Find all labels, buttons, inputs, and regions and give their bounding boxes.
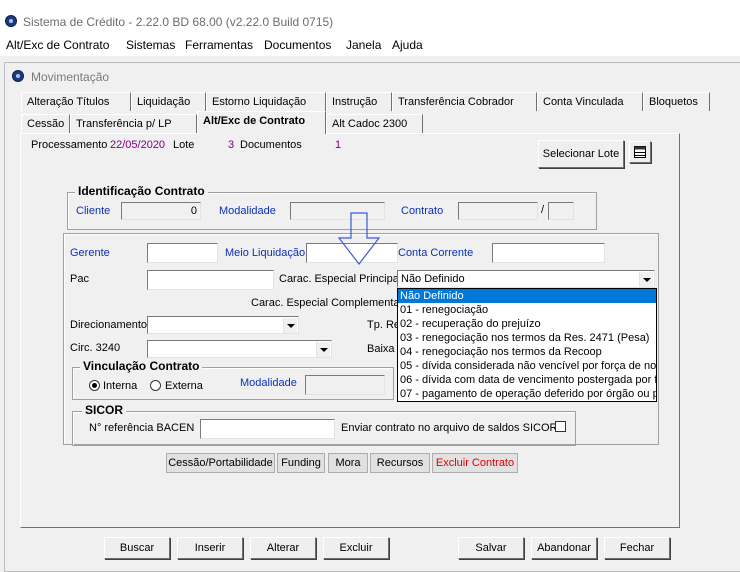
- menu-ferramentas[interactable]: Ferramentas: [185, 38, 253, 52]
- tab-instrucao[interactable]: Instrução: [326, 92, 392, 111]
- carac-principal-select[interactable]: Não Definido: [397, 270, 655, 288]
- carac-principal-dropdown: Não Definido 01 - renegociação 02 - recu…: [397, 288, 657, 402]
- menu-sistemas[interactable]: Sistemas: [126, 38, 175, 52]
- dropdown-option[interactable]: 01 - renegociação: [398, 303, 656, 317]
- dropdown-option[interactable]: 07 - pagamento de operação deferido por …: [398, 387, 656, 401]
- down-arrow-annotation-icon: [337, 212, 381, 265]
- circ-3240-label: Circ. 3240: [70, 342, 121, 354]
- dropdown-option[interactable]: 05 - dívida considerada não vencível por…: [398, 359, 656, 373]
- tp-label: Tp. Re: [367, 319, 401, 331]
- conta-corrente-input[interactable]: [492, 243, 605, 263]
- tab-alt-cadoc-2300[interactable]: Alt Cadoc 2300: [326, 114, 423, 133]
- tab-liquidacao[interactable]: Liquidação: [131, 92, 206, 111]
- salvar-button[interactable]: Salvar: [458, 537, 524, 559]
- conta-corrente-label: Conta Corrente: [398, 247, 474, 259]
- meio-liquidacao-label: Meio Liquidação: [225, 247, 306, 259]
- pac-input[interactable]: [147, 270, 274, 290]
- menu-janela[interactable]: Janela: [346, 38, 381, 52]
- carac-principal-label: Carac. Especial Principal: [279, 273, 402, 285]
- vinculacao-modalidade-field: [305, 375, 385, 395]
- cliente-field: 0: [121, 202, 201, 220]
- alterar-button[interactable]: Alterar: [250, 537, 316, 559]
- baixa-label: Baixa: [367, 343, 395, 355]
- enviar-sicor-label: Enviar contrato no arquivo de saldos SIC…: [341, 422, 558, 434]
- tab-alt-exc-contrato[interactable]: Alt/Exc de Contrato: [197, 111, 326, 134]
- cliente-label: Cliente: [76, 205, 111, 217]
- app-icon: [5, 15, 17, 27]
- menu-documentos[interactable]: Documentos: [264, 38, 331, 52]
- gerente-input[interactable]: [147, 243, 218, 263]
- tab-transferencia-lp[interactable]: Transferência p/ LP: [70, 114, 197, 133]
- menu-alt-exc-contrato[interactable]: Alt/Exc de Contrato: [6, 38, 109, 52]
- dropdown-option[interactable]: Não Definido: [398, 289, 656, 303]
- externa-radio[interactable]: [150, 380, 161, 391]
- direcionamento-select[interactable]: [147, 316, 299, 334]
- excluir-contrato-button[interactable]: Excluir Contrato: [432, 453, 518, 473]
- contrato-digit-field: [548, 202, 574, 220]
- contrato-slash: /: [541, 204, 545, 216]
- referencia-bacen-label: N° referência BACEN: [89, 422, 195, 434]
- vinculacao-modalidade-label: Modalidade: [240, 377, 297, 389]
- vinculacao-title: Vinculação Contrato: [80, 359, 203, 373]
- direcionamento-label: Direcionamento: [70, 319, 148, 331]
- menu-ajuda[interactable]: Ajuda: [392, 38, 423, 52]
- sicor-title: SICOR: [82, 403, 127, 417]
- inserir-button[interactable]: Inserir: [177, 537, 243, 559]
- excluir-button[interactable]: Excluir: [323, 537, 389, 559]
- window-title: Movimentação: [31, 70, 110, 84]
- chevron-down-icon[interactable]: [639, 272, 653, 287]
- referencia-bacen-input[interactable]: [200, 419, 335, 439]
- cessao-portabilidade-button[interactable]: Cessão/Portabilidade: [166, 453, 275, 473]
- funding-button[interactable]: Funding: [277, 453, 325, 473]
- carac-complementar-label: Carac. Especial Complementar: [251, 297, 404, 309]
- contrato-field: [458, 202, 538, 220]
- dropdown-option[interactable]: 06 - dívida com data de vencimento poste…: [398, 373, 656, 387]
- dropdown-option[interactable]: 04 - renegociação nos termos da Recoop: [398, 345, 656, 359]
- carac-principal-value: Não Definido: [401, 273, 465, 285]
- chevron-down-icon[interactable]: [316, 342, 330, 357]
- dropdown-option[interactable]: 02 - recuperação do prejuízo: [398, 317, 656, 331]
- window-icon: [12, 70, 24, 82]
- fechar-button[interactable]: Fechar: [604, 537, 670, 559]
- tab-alteracao-titulos[interactable]: Alteração Títulos: [21, 92, 131, 111]
- tab-bloquetos[interactable]: Bloquetos: [643, 92, 710, 111]
- tab-transferencia-cobrador[interactable]: Transferência Cobrador: [392, 92, 537, 111]
- interna-label: Interna: [103, 380, 138, 392]
- abandonar-button[interactable]: Abandonar: [531, 537, 597, 559]
- app-title: Sistema de Crédito - 2.22.0 BD 68.00 (v2…: [23, 15, 334, 29]
- tab-estorno-liquidacao[interactable]: Estorno Liquidação: [206, 92, 326, 111]
- circ-3240-select[interactable]: [147, 340, 332, 358]
- identificacao-title: Identificação Contrato: [75, 184, 208, 198]
- recursos-button[interactable]: Recursos: [370, 453, 430, 473]
- enviar-sicor-checkbox[interactable]: [555, 421, 566, 432]
- modalidade-label: Modalidade: [219, 205, 276, 217]
- dropdown-option[interactable]: 03 - renegociação nos termos da Res. 247…: [398, 331, 656, 345]
- externa-label: Externa: [165, 380, 203, 392]
- mora-button[interactable]: Mora: [328, 453, 368, 473]
- gerente-label: Gerente: [70, 247, 110, 259]
- interna-radio[interactable]: [89, 380, 100, 391]
- pac-label: Pac: [70, 273, 89, 285]
- chevron-down-icon[interactable]: [283, 318, 297, 333]
- tab-conta-vinculada[interactable]: Conta Vinculada: [537, 92, 643, 111]
- contrato-label: Contrato: [401, 205, 444, 217]
- buscar-button[interactable]: Buscar: [104, 537, 170, 559]
- tab-cessao[interactable]: Cessão: [21, 114, 70, 133]
